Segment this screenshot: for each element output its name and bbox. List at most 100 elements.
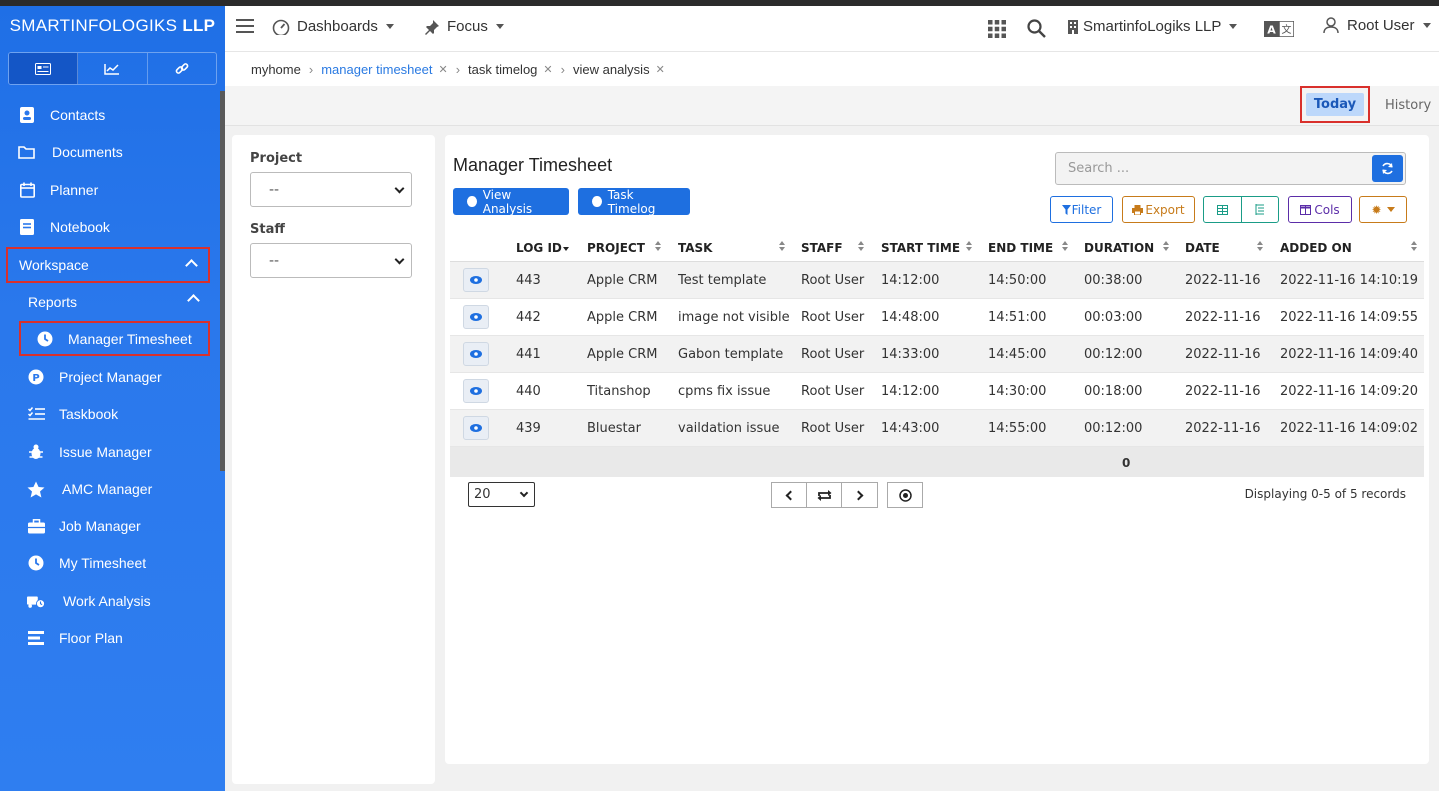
refresh-icon (1382, 162, 1393, 175)
column-header-date[interactable]: DATE (1185, 241, 1220, 255)
table-row[interactable]: 442 Apple CRM image not visible Root Use… (450, 299, 1424, 336)
search-icon[interactable] (1027, 19, 1046, 42)
sidebar-item-job-manager[interactable]: Job Manager (0, 508, 220, 544)
chevron-right-icon (853, 490, 863, 500)
reload-page-button[interactable] (807, 483, 843, 507)
breadcrumb-view-analysis[interactable]: view analysis (573, 62, 650, 77)
settings-dropdown-button[interactable]: ✹ (1359, 196, 1407, 223)
pager-options-button[interactable] (888, 483, 922, 507)
sort-icon[interactable] (779, 241, 785, 251)
sort-icon[interactable] (1411, 241, 1417, 251)
cell-task: cpms fix issue (678, 384, 771, 399)
view-row-button[interactable] (463, 342, 489, 366)
hamburger-menu-icon[interactable] (236, 19, 254, 37)
search-input[interactable]: Search ... (1068, 161, 1129, 176)
column-header-staff[interactable]: STAFF (801, 241, 843, 255)
project-select[interactable]: -- (250, 172, 412, 207)
sidebar-item-contacts[interactable]: Contacts (0, 97, 220, 133)
sidebar-item-floor-plan[interactable]: Floor Plan (0, 620, 220, 656)
tab-today[interactable]: Today (1300, 86, 1370, 123)
column-header-project[interactable]: PROJECT (587, 241, 645, 255)
sidebar-item-notebook[interactable]: Notebook (0, 209, 220, 245)
column-header-added-on[interactable]: ADDED ON (1280, 241, 1352, 255)
column-header-end-time[interactable]: END TIME (988, 241, 1053, 255)
view-row-button[interactable] (463, 268, 489, 292)
filter-label: Filter (1071, 202, 1102, 217)
staff-select[interactable]: -- (250, 243, 412, 278)
tree-view-button[interactable] (1242, 197, 1279, 222)
sidebar-item-work-analysis[interactable]: Work Analysis (0, 583, 220, 619)
sort-icon[interactable] (655, 241, 661, 251)
column-header-duration[interactable]: DURATION (1084, 241, 1154, 255)
prev-page-button[interactable] (772, 483, 808, 507)
sort-icon[interactable] (1257, 241, 1263, 251)
task-timelog-button[interactable]: Task Timelog (578, 188, 690, 216)
cell-task: Test template (678, 273, 767, 288)
focus-menu[interactable]: Focus (424, 18, 504, 35)
mode-tab-cards[interactable] (9, 53, 79, 84)
user-icon (1323, 17, 1339, 34)
cell-date: 2022-11-16 (1185, 347, 1261, 362)
notebook-icon (18, 218, 36, 236)
export-button[interactable]: Export (1122, 196, 1195, 223)
breadcrumb-home[interactable]: myhome (251, 62, 301, 77)
column-header-start-time[interactable]: START TIME (881, 241, 960, 255)
sidebar-item-label: Workspace (19, 257, 89, 273)
next-page-button[interactable] (842, 483, 877, 507)
close-icon[interactable]: ✕ (438, 63, 447, 76)
mode-tab-charts[interactable] (78, 53, 148, 84)
view-row-button[interactable] (463, 416, 489, 440)
sidebar-item-planner[interactable]: Planner (0, 172, 220, 208)
sidebar-item-project-manager[interactable]: P Project Manager (0, 359, 220, 395)
sort-icon[interactable] (1062, 241, 1068, 251)
sidebar-item-reports[interactable]: Reports (0, 284, 220, 320)
breadcrumb-task-timelog[interactable]: task timelog (468, 62, 537, 77)
sidebar-item-documents[interactable]: Documents (0, 134, 220, 170)
table-row[interactable]: 440 Titanshop cpms fix issue Root User 1… (450, 373, 1424, 410)
mode-tab-links[interactable] (148, 53, 216, 84)
refresh-search-button[interactable] (1372, 155, 1403, 182)
sort-icon[interactable] (858, 241, 864, 251)
sidebar-item-label: Reports (28, 294, 78, 310)
table-row[interactable]: 439 Bluestar vaildation issue Root User … (450, 410, 1424, 447)
sort-icon[interactable] (1163, 241, 1169, 251)
close-icon[interactable]: ✕ (543, 63, 552, 76)
close-icon[interactable]: ✕ (656, 63, 665, 76)
table-row[interactable]: 443 Apple CRM Test template Root User 14… (450, 262, 1424, 299)
translate-icon[interactable]: A文 (1264, 20, 1295, 41)
cell-project: Titanshop (587, 384, 651, 399)
caret-down-icon (1386, 207, 1395, 212)
user-menu[interactable]: Root User (1323, 17, 1431, 34)
user-name: Root User (1347, 17, 1415, 34)
table-row[interactable]: 441 Apple CRM Gabon template Root User 1… (450, 336, 1424, 373)
grid-view-button[interactable] (1204, 197, 1242, 222)
sort-icon[interactable] (966, 241, 972, 251)
apps-grid-icon[interactable] (988, 20, 1006, 42)
cell-log-id: 439 (516, 421, 541, 436)
sidebar-item-workspace[interactable]: Workspace (6, 247, 210, 283)
sidebar-item-amc-manager[interactable]: AMC Manager (0, 471, 220, 507)
brand-logo[interactable]: SMARTINFOLOGIKS LLP (0, 6, 225, 46)
sidebar-item-taskbook[interactable]: Taskbook (0, 396, 220, 432)
company-switcher[interactable]: SmartinfoLogiks LLP (1068, 18, 1238, 35)
search-box[interactable]: Search ... (1055, 152, 1406, 185)
view-row-button[interactable] (463, 379, 489, 403)
cell-date: 2022-11-16 (1185, 310, 1261, 325)
cell-task: Gabon template (678, 347, 784, 362)
column-header-task[interactable]: TASK (678, 241, 712, 255)
column-header-log-id[interactable]: LOG ID (516, 241, 562, 255)
sidebar-item-manager-timesheet[interactable]: Manager Timesheet (19, 321, 210, 356)
sidebar-item-issue-manager[interactable]: Issue Manager (0, 434, 220, 470)
view-row-button[interactable] (463, 305, 489, 329)
breadcrumb-manager-timesheet[interactable]: manager timesheet (321, 62, 432, 77)
filter-button[interactable]: Filter (1050, 196, 1113, 223)
columns-button[interactable]: Cols (1288, 196, 1352, 223)
view-analysis-button[interactable]: View Analysis (453, 188, 569, 216)
cell-project: Apple CRM (587, 273, 658, 288)
sidebar-item-my-timesheet[interactable]: My Timesheet (0, 545, 220, 581)
svg-text:P: P (32, 373, 39, 384)
cell-date: 2022-11-16 (1185, 384, 1261, 399)
dashboards-menu[interactable]: Dashboards (272, 18, 394, 35)
page-size-select[interactable]: 20 (468, 482, 535, 507)
tab-history[interactable]: History (1385, 98, 1431, 113)
